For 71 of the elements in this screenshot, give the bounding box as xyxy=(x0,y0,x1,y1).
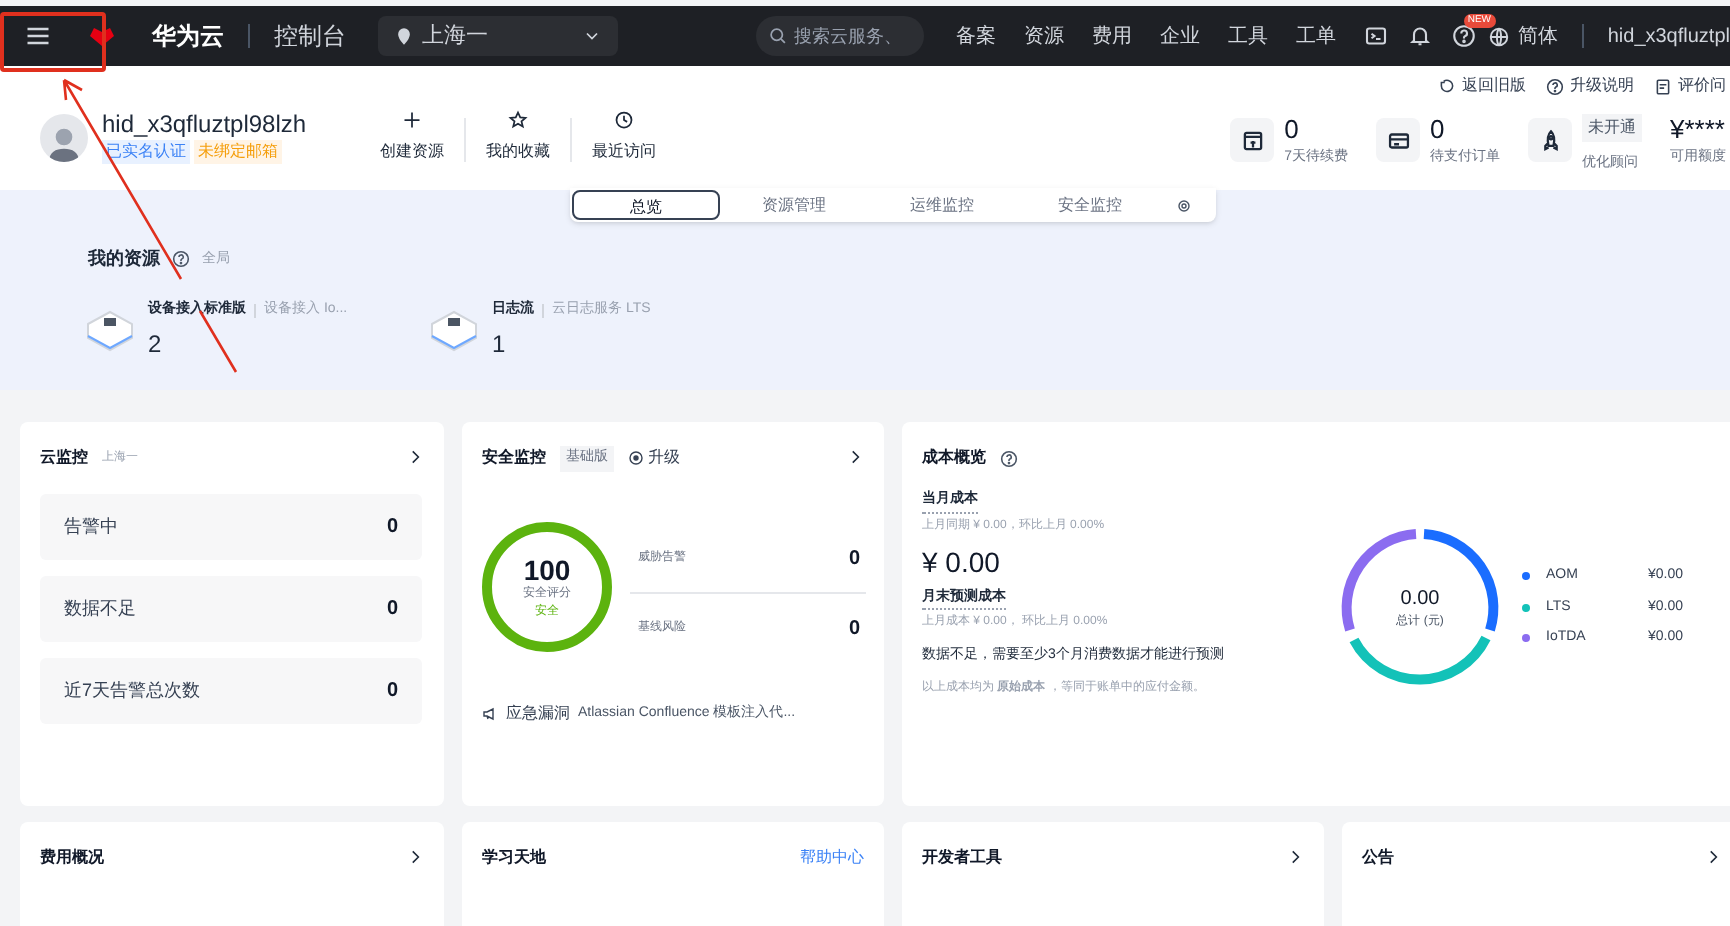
header-link[interactable]: 评价问 xyxy=(1654,74,1726,98)
notice-tag: 应急漏洞 xyxy=(506,702,570,726)
globe-icon xyxy=(1487,25,1510,47)
tab[interactable]: 总览 xyxy=(572,190,720,220)
card-title: 云监控 xyxy=(40,446,88,470)
card-title: 开发者工具 xyxy=(922,846,1002,870)
metric-value: 0 xyxy=(848,615,860,643)
help-icon[interactable] xyxy=(172,250,190,269)
avatar xyxy=(40,113,88,161)
plus-icon xyxy=(402,110,422,130)
metric-value: 0 xyxy=(848,546,860,574)
location-pin-icon xyxy=(394,26,414,46)
upgrade-link[interactable]: 升级 xyxy=(628,446,680,471)
resource-count: 2 xyxy=(148,327,164,361)
help-icon xyxy=(1546,77,1564,95)
card-title: 学习天地 xyxy=(482,846,546,870)
calendar-money-icon xyxy=(1239,127,1266,153)
card-title: 安全监控 xyxy=(482,446,546,471)
metric-row[interactable]: 近7天告警总次数 0 xyxy=(40,658,422,724)
back-icon xyxy=(1438,77,1456,95)
highlight-box xyxy=(0,12,106,72)
device-box-icon xyxy=(84,306,136,354)
star-icon xyxy=(508,110,528,130)
device-box-icon xyxy=(428,306,480,354)
section-title: 我的资源 xyxy=(88,246,160,272)
stat-value: ¥**** xyxy=(1670,114,1726,146)
terminal-icon[interactable] xyxy=(1363,24,1388,48)
status-badge: 未开通 xyxy=(1582,114,1642,142)
nav-link[interactable]: 备案 xyxy=(955,21,996,51)
nav-link[interactable]: 企业 xyxy=(1159,21,1200,51)
brand-name[interactable]: 华为云 xyxy=(152,18,224,54)
header-link[interactable]: 返回旧版 xyxy=(1438,74,1526,98)
score-value: 100 xyxy=(523,553,571,585)
header-link[interactable]: 升级说明 xyxy=(1546,74,1634,98)
card-title: 费用概况 xyxy=(40,846,104,870)
username: hid_x3qfluztpl98lzh xyxy=(102,110,307,138)
card-title: 成本概览 xyxy=(922,446,986,470)
nav-link[interactable]: 资源 xyxy=(1023,21,1064,51)
nav-link[interactable]: 工单 xyxy=(1295,21,1336,51)
status-tag: 未绑定邮箱 xyxy=(194,140,282,164)
quick-action-button[interactable]: 创建资源 xyxy=(360,110,464,164)
metric-row[interactable]: 数据不足 0 xyxy=(40,576,422,642)
quick-action-button[interactable]: 我的收藏 xyxy=(466,110,570,164)
stat-value: 0 xyxy=(1284,114,1301,146)
console-link[interactable]: 控制台 xyxy=(274,18,346,54)
clock-icon xyxy=(614,110,634,130)
metric-row[interactable]: 告警中 0 xyxy=(40,494,422,560)
tab[interactable]: 运维监控 xyxy=(868,190,1016,220)
region-dropdown[interactable]: 上海一 xyxy=(378,16,618,56)
settings-icon[interactable] xyxy=(1176,197,1192,213)
help-center-link[interactable]: 帮助中心 xyxy=(800,846,864,870)
card-title: 公告 xyxy=(1362,846,1394,870)
user-account-link[interactable]: hid_x3qfluztpl xyxy=(1607,21,1730,51)
stat-value: 0 xyxy=(1430,114,1447,146)
tab[interactable]: 资源管理 xyxy=(720,190,868,220)
megaphone-icon xyxy=(482,706,498,722)
cost-value: ¥ 0.00 xyxy=(922,543,1002,581)
quick-action-button[interactable]: 最近访问 xyxy=(572,110,676,164)
bell-icon[interactable] xyxy=(1407,24,1432,48)
search-icon xyxy=(767,26,788,46)
menu-icon[interactable] xyxy=(24,22,52,50)
help-icon[interactable] xyxy=(1000,449,1018,467)
nav-link[interactable]: 工具 xyxy=(1227,21,1268,51)
tab[interactable]: 安全监控 xyxy=(1016,190,1164,220)
resource-count: 1 xyxy=(492,327,508,361)
nav-link[interactable]: 费用 xyxy=(1091,21,1132,51)
search-field[interactable]: 搜索云服务、 xyxy=(755,16,924,56)
target-icon xyxy=(628,450,644,467)
card-icon xyxy=(1385,127,1411,153)
document-icon xyxy=(1654,77,1672,95)
total-value: 0.00 xyxy=(1400,586,1440,614)
